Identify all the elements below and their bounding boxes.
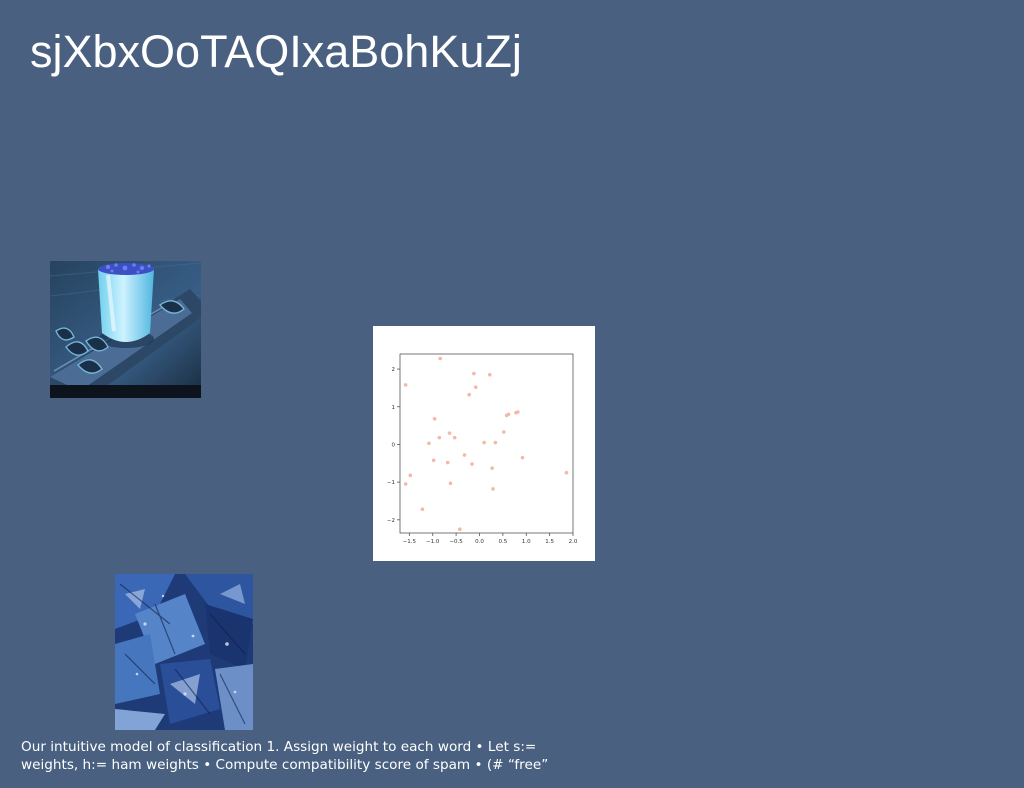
scatter-point <box>420 507 425 512</box>
scatter-point <box>482 440 486 445</box>
scatter-point <box>448 481 453 486</box>
scatter-plot: 2 1 0 −1 −2 −1.5 −1.0 −0.5 0.0 0.5 1.0 1.5 2.0 <box>373 326 595 561</box>
blue-leaves-photo <box>115 574 253 730</box>
x-tick-label: −1.5 <box>403 539 417 545</box>
y-tick-label: 0 <box>392 442 396 448</box>
slide-title: sjXbxOoTAQIxaBohKuZj <box>30 26 522 77</box>
scatter-point <box>447 431 452 435</box>
x-tick-label: 1.5 <box>545 539 554 545</box>
scatter-point <box>491 487 495 491</box>
y-tick-label: −2 <box>387 518 395 524</box>
scatter-point <box>458 527 462 532</box>
x-tick-label: −0.5 <box>449 539 463 545</box>
scatter-point <box>470 462 474 466</box>
scatter-chart: 2 1 0 −1 −2 −1.5 −1.0 −0.5 0.0 0.5 1.0 1.5 2.0 <box>387 353 578 545</box>
y-tick-label: −1 <box>387 480 395 486</box>
scatter-point <box>520 455 525 460</box>
plot-frame <box>399 353 574 534</box>
scatter-point <box>437 435 442 440</box>
scatter-point <box>432 417 437 421</box>
x-tick-label: 2.0 <box>569 539 578 545</box>
scatter-point <box>445 460 450 465</box>
blue-leaves-image <box>115 574 253 730</box>
blue-drink-photo <box>50 261 201 398</box>
scatter-point <box>506 412 511 417</box>
y-tick-label: 1 <box>392 405 396 411</box>
y-axis: 2 1 0 −1 −2 <box>387 367 400 524</box>
y-tick-label: 2 <box>392 367 396 373</box>
x-tick-label: 1.0 <box>522 539 531 545</box>
x-axis: −1.5 −1.0 −0.5 0.0 0.5 1.0 1.5 2.0 <box>403 533 578 545</box>
scatter-point <box>467 392 471 397</box>
scatter-point <box>516 410 520 414</box>
scatter-point <box>431 458 436 463</box>
scatter-point <box>408 473 413 478</box>
scatter-point <box>493 440 498 445</box>
scatter-point <box>487 372 492 377</box>
scatter-point <box>438 356 443 361</box>
scatter-point <box>473 385 478 389</box>
scatter-point <box>462 453 467 457</box>
blue-drink-image <box>50 261 201 398</box>
x-tick-label: 0.0 <box>475 539 484 545</box>
scatter-point <box>452 435 457 440</box>
scatter-point <box>502 430 506 434</box>
scatter-point <box>403 482 408 486</box>
x-tick-label: 0.5 <box>498 539 507 545</box>
scatter-point <box>472 371 476 376</box>
slide-caption: Our intuitive model of classification 1.… <box>21 739 549 773</box>
scatter-point <box>490 466 494 470</box>
scatter-points <box>403 356 569 532</box>
scatter-point <box>564 470 569 475</box>
scatter-point <box>427 441 431 446</box>
scatter-point <box>403 383 408 387</box>
x-tick-label: −1.0 <box>426 539 440 545</box>
